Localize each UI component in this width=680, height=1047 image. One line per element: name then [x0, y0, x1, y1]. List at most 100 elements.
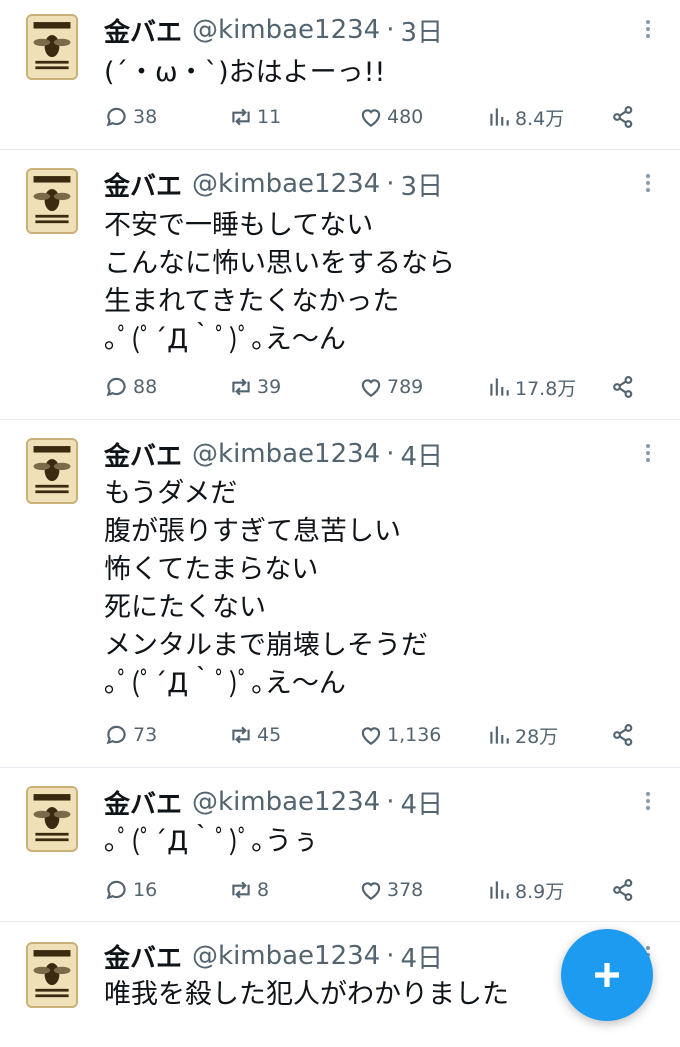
tweet-line: こんなに怖い思いをするなら — [104, 248, 455, 279]
reply-button[interactable]: 88 — [104, 369, 157, 405]
display-name[interactable]: 金バエ — [104, 166, 182, 203]
more-dots-icon[interactable] — [636, 786, 660, 816]
tweet-line: 死にたくない — [104, 592, 266, 623]
avatar[interactable] — [26, 942, 78, 1008]
share-button[interactable] — [610, 872, 639, 908]
retweet-count: 39 — [257, 376, 282, 398]
views-chart-icon — [490, 881, 509, 899]
reply-count: 16 — [133, 879, 158, 901]
more-dots-icon[interactable] — [636, 438, 660, 468]
timeline-feed: 金バエ @kimbae1234 · 3日 (´・ω・`)おはよーっ!! 38 1… — [0, 0, 680, 1047]
reply-button[interactable]: 73 — [104, 717, 157, 753]
more-dots-icon[interactable] — [636, 168, 660, 198]
wanted-poster-icon — [28, 788, 76, 850]
reply-icon — [106, 725, 126, 745]
heart-icon — [361, 379, 381, 397]
tweet-text: もうダメだ 腹が張りすぎて息苦しい 怖くてたまらない 死にたくない メンタルまで… — [104, 475, 644, 703]
reply-button[interactable]: 16 — [104, 872, 157, 908]
tweet-0[interactable]: 金バエ @kimbae1234 · 3日 (´・ω・`)おはよーっ!! 38 1… — [0, 0, 680, 150]
like-button[interactable]: 378 — [358, 872, 423, 908]
wanted-poster-icon — [28, 440, 76, 502]
wanted-poster-icon — [28, 16, 76, 78]
share-icon — [613, 724, 633, 746]
user-handle[interactable]: @kimbae1234 — [192, 787, 380, 817]
like-count: 480 — [387, 106, 424, 128]
views-button[interactable]: 8.9万 — [486, 872, 564, 908]
tweet-actions: 38 11 480 8.4万 — [104, 99, 654, 135]
separator-dot: · — [386, 15, 395, 45]
post-date[interactable]: 3日 — [401, 166, 444, 203]
display-name[interactable]: 金バエ — [104, 436, 182, 473]
tweet-1[interactable]: 金バエ @kimbae1234 · 3日 不安で一睡もしてない こんなに怖い思い… — [0, 150, 680, 420]
retweet-icon — [232, 378, 250, 396]
retweet-button[interactable]: 11 — [228, 99, 281, 135]
tweet-line: メンタルまで崩壊しそうだ — [104, 630, 428, 661]
retweet-button[interactable]: 39 — [228, 369, 281, 405]
reply-button[interactable]: 38 — [104, 99, 157, 135]
views-button[interactable]: 8.4万 — [486, 99, 564, 135]
retweet-icon — [232, 881, 250, 899]
avatar[interactable] — [26, 168, 78, 234]
reply-count: 88 — [133, 376, 158, 398]
avatar[interactable] — [26, 14, 78, 80]
like-button[interactable]: 789 — [358, 369, 423, 405]
like-count: 789 — [387, 376, 424, 398]
share-button[interactable] — [610, 99, 639, 135]
post-date[interactable]: 4日 — [401, 784, 444, 821]
tweet-line: 不安で一睡もしてない — [104, 210, 374, 241]
tweet-2[interactable]: 金バエ @kimbae1234 · 4日 もうダメだ 腹が張りすぎて息苦しい 怖… — [0, 420, 680, 768]
tweet-line: (´・ω・`)おはよーっ!! — [104, 57, 386, 88]
heart-icon — [361, 727, 381, 745]
tweet-actions: 73 45 1,136 28万 — [104, 717, 654, 753]
user-handle[interactable]: @kimbae1234 — [192, 941, 380, 971]
plus-icon — [595, 963, 619, 987]
display-name[interactable]: 金バエ — [104, 12, 182, 49]
tweet-header: 金バエ @kimbae1234 · 4日 — [104, 784, 443, 820]
reply-icon — [106, 880, 126, 900]
heart-icon — [361, 109, 381, 127]
tweet-line: ｡ﾟ(ﾟ´Д｀ﾟ)ﾟ｡え〜ん — [104, 324, 346, 355]
share-button[interactable] — [610, 369, 639, 405]
retweet-count: 8 — [257, 879, 270, 901]
share-icon — [613, 879, 633, 901]
more-dots-icon[interactable] — [636, 14, 660, 44]
retweet-button[interactable]: 45 — [228, 717, 281, 753]
like-count: 1,136 — [387, 724, 442, 746]
like-count: 378 — [387, 879, 424, 901]
reply-count: 38 — [133, 106, 158, 128]
user-handle[interactable]: @kimbae1234 — [192, 15, 380, 45]
wanted-poster-icon — [28, 944, 76, 1006]
retweet-button[interactable]: 8 — [228, 872, 269, 908]
like-button[interactable]: 1,136 — [358, 717, 441, 753]
reply-count: 73 — [133, 724, 158, 746]
display-name[interactable]: 金バエ — [104, 784, 182, 821]
views-chart-icon — [490, 108, 509, 126]
views-count: 8.9万 — [515, 880, 565, 903]
share-button[interactable] — [610, 717, 639, 753]
views-button[interactable]: 17.8万 — [486, 369, 576, 405]
post-date[interactable]: 4日 — [401, 436, 444, 473]
post-date[interactable]: 4日 — [401, 938, 444, 975]
tweet-line: 怖くてたまらない — [104, 554, 319, 585]
views-count: 8.4万 — [515, 107, 565, 130]
avatar[interactable] — [26, 786, 78, 852]
tweet-3[interactable]: 金バエ @kimbae1234 · 4日 ｡ﾟ(ﾟ´Д｀ﾟ)ﾟ｡うぅ 16 8 … — [0, 768, 680, 922]
avatar[interactable] — [26, 438, 78, 504]
reply-icon — [106, 377, 126, 397]
separator-dot: · — [386, 169, 395, 199]
user-handle[interactable]: @kimbae1234 — [192, 169, 380, 199]
like-button[interactable]: 480 — [358, 99, 423, 135]
display-name[interactable]: 金バエ — [104, 938, 182, 975]
views-button[interactable]: 28万 — [486, 717, 558, 753]
compose-button[interactable] — [561, 929, 653, 1021]
tweet-header: 金バエ @kimbae1234 · 4日 — [104, 436, 443, 472]
retweet-count: 45 — [257, 724, 282, 746]
tweet-line: 腹が張りすぎて息苦しい — [104, 516, 401, 547]
tweet-header: 金バエ @kimbae1234 · 3日 — [104, 166, 443, 202]
post-date[interactable]: 3日 — [401, 12, 444, 49]
tweet-text: (´・ω・`)おはよーっ!! — [104, 54, 644, 92]
tweet-line: ｡ﾟ(ﾟ´Д｀ﾟ)ﾟ｡え〜ん — [104, 668, 346, 699]
views-chart-icon — [490, 726, 509, 744]
tweet-actions: 88 39 789 17.8万 — [104, 369, 654, 405]
user-handle[interactable]: @kimbae1234 — [192, 439, 380, 469]
